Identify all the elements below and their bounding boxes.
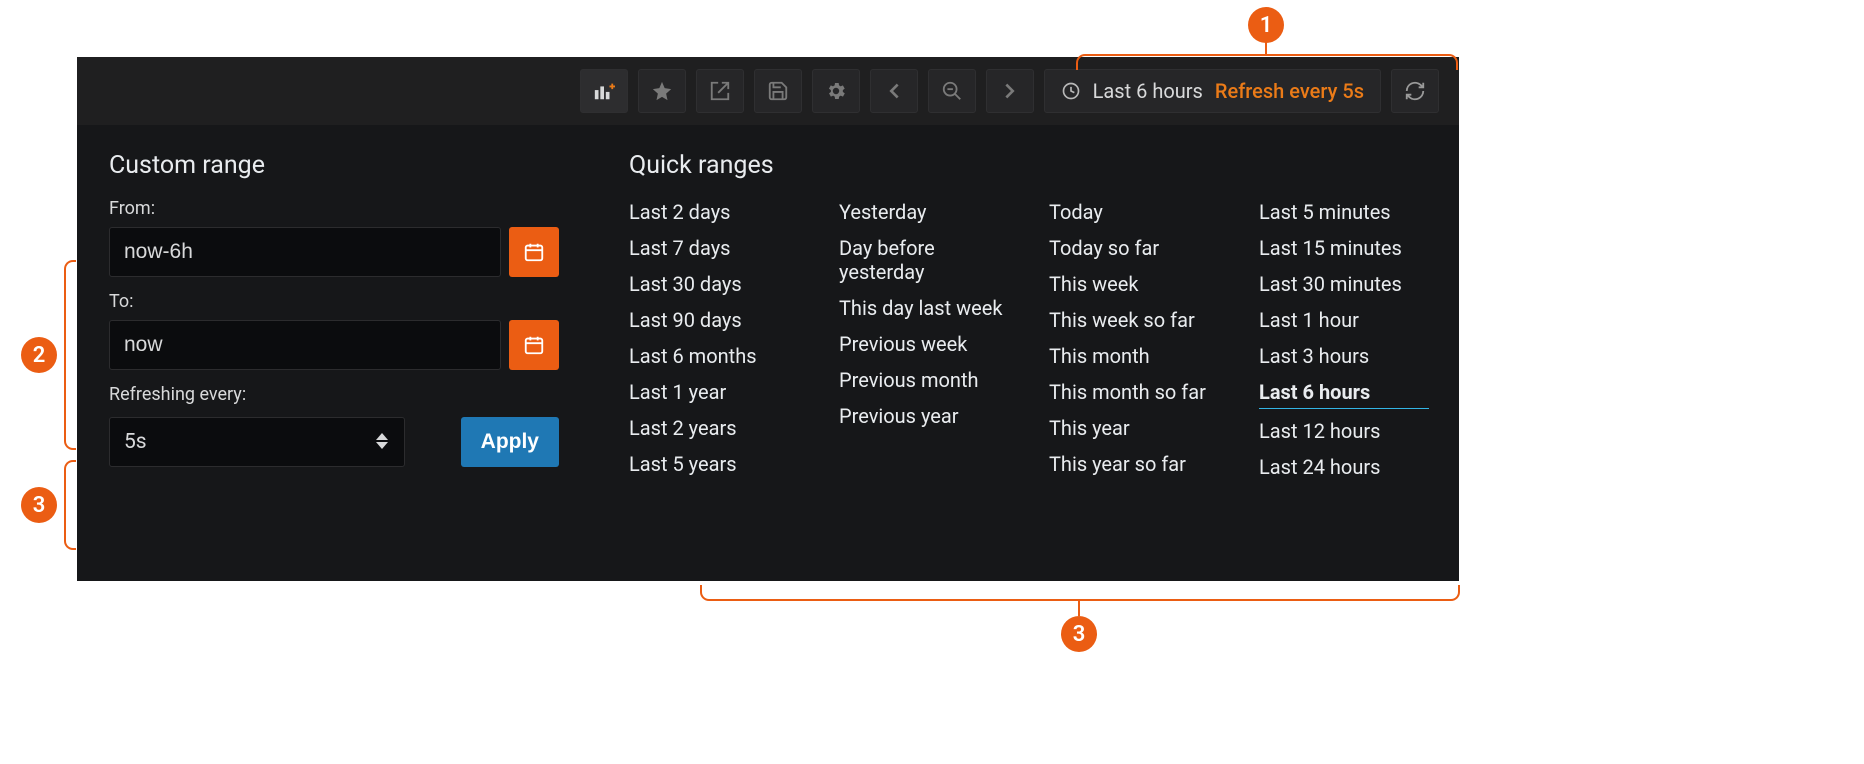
from-calendar-button[interactable] [509,227,559,277]
callout-3-left-bracket [64,460,76,550]
star-icon [651,80,673,102]
quick-range-column: Last 2 days Last 7 days Last 30 days Last 9… [629,198,799,481]
quick-range-item[interactable]: Last 7 days [629,234,799,262]
refresh-interval-label: Refresh every 5s [1215,79,1364,103]
calendar-icon [523,241,545,263]
quick-range-column: Today Today so far This week This week so f… [1049,198,1219,481]
quick-range-column: Last 5 minutes Last 15 minutes Last 30 min… [1259,198,1429,481]
quick-range-item[interactable]: Last 5 minutes [1259,198,1429,226]
quick-range-item[interactable]: Last 12 hours [1259,417,1429,445]
quick-range-item[interactable]: This week [1049,270,1219,298]
quick-range-item[interactable]: Today [1049,198,1219,226]
custom-range-title: Custom range [109,151,559,180]
quick-range-item[interactable]: Last 3 hours [1259,342,1429,370]
quick-range-item[interactable]: Last 90 days [629,306,799,334]
refresh-icon [1404,80,1426,102]
quick-range-item[interactable]: Last 2 years [629,414,799,442]
custom-range-section: Custom range From: To: [109,151,559,481]
quick-range-item[interactable]: Last 6 hours [1259,378,1429,409]
from-label: From: [109,198,559,219]
quick-range-item[interactable]: Last 5 years [629,450,799,478]
chevron-right-icon [999,80,1021,102]
zoom-out-button[interactable] [928,69,976,113]
time-prev-button[interactable] [870,69,918,113]
time-range-label: Last 6 hours [1093,79,1203,103]
settings-button[interactable] [812,69,860,113]
save-icon [767,80,789,102]
refresh-button[interactable] [1391,69,1439,113]
callout-2: 2 [21,337,57,373]
refresh-interval-select[interactable]: 5s [109,417,405,467]
quick-ranges-title: Quick ranges [629,151,1429,180]
quick-range-item[interactable]: Previous month [839,366,1009,394]
quick-range-item[interactable]: Last 2 days [629,198,799,226]
callout-3-connector [1078,601,1080,616]
quick-range-item[interactable]: This year so far [1049,450,1219,478]
bar-chart-plus-icon [593,80,615,102]
quick-range-item[interactable]: Last 6 months [629,342,799,370]
save-button[interactable] [754,69,802,113]
to-input[interactable] [109,320,501,370]
quick-range-item[interactable]: Last 1 year [629,378,799,406]
quick-range-item[interactable]: Last 30 minutes [1259,270,1429,298]
from-input[interactable] [109,227,501,277]
quick-range-item[interactable]: Last 30 days [629,270,799,298]
quick-range-item[interactable]: Last 15 minutes [1259,234,1429,262]
time-nav [870,69,1034,113]
quick-range-item[interactable]: This month [1049,342,1219,370]
toolbar-actions [580,69,860,113]
callout-3-left: 3 [21,487,57,523]
quick-range-item[interactable]: This week so far [1049,306,1219,334]
gear-icon [825,80,847,102]
callout-2-bracket [64,260,76,450]
quick-range-item[interactable]: Today so far [1049,234,1219,262]
to-label: To: [109,291,559,312]
star-button[interactable] [638,69,686,113]
quick-range-item[interactable]: Last 1 hour [1259,306,1429,334]
add-panel-button[interactable] [580,69,628,113]
quick-range-item[interactable]: Yesterday [839,198,1009,226]
quick-ranges-section: Quick ranges Last 2 daysLast 7 daysLast … [629,151,1429,481]
apply-button[interactable]: Apply [461,417,559,467]
zoom-out-icon [941,80,963,102]
select-caret-icon [376,433,390,451]
quick-range-item[interactable]: Previous week [839,330,1009,358]
callout-3-bottom-bracket [700,585,1460,601]
clock-icon [1061,81,1081,101]
share-button[interactable] [696,69,744,113]
refresh-every-label: Refreshing every: [109,384,559,405]
chevron-left-icon [883,80,905,102]
quick-range-item[interactable]: This year [1049,414,1219,442]
quick-range-column: Yesterday Day before yesterday This day la… [839,198,1009,481]
calendar-icon [523,334,545,356]
to-calendar-button[interactable] [509,320,559,370]
quick-range-item[interactable]: Last 24 hours [1259,453,1429,481]
quick-range-item[interactable]: This month so far [1049,378,1219,406]
share-icon [709,80,731,102]
time-next-button[interactable] [986,69,1034,113]
quick-range-item[interactable]: This day last week [839,294,1009,322]
callout-3-bottom: 3 [1061,616,1097,652]
callout-1: 1 [1248,7,1284,43]
callout-1-bracket [1076,54,1458,70]
quick-range-item[interactable]: Previous year [839,402,1009,430]
timepicker-button[interactable]: Last 6 hours Refresh every 5s [1044,69,1381,113]
quick-range-item[interactable]: Day before yesterday [839,234,1009,286]
refresh-interval-value: 5s [124,430,147,454]
